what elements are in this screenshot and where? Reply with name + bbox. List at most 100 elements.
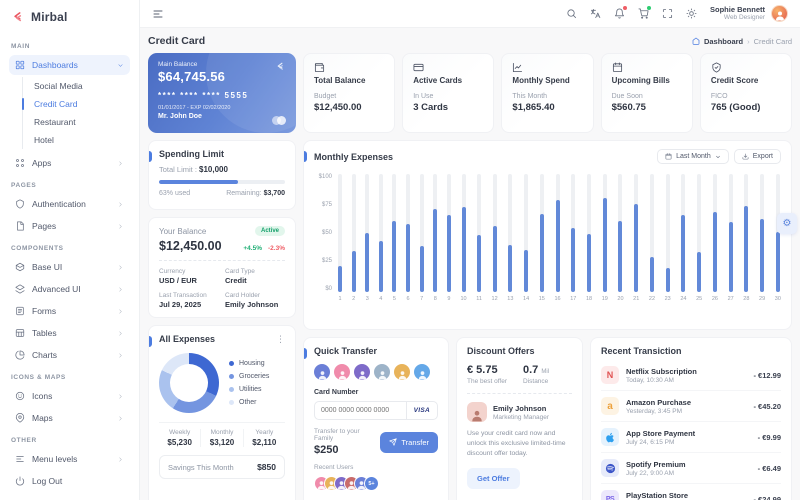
sidebar-subitem-hotel[interactable]: Hotel <box>32 131 130 149</box>
gear-icon: ⚙ <box>783 218 792 229</box>
transaction-row-playstation-store[interactable]: PS PlayStation Store July 20, 4:20 PM - … <box>601 484 781 500</box>
sidebar-caption-icons-maps: Icons & Maps <box>11 374 128 381</box>
transaction-row-app-store-payment[interactable]: App Store Payment July 24, 6:15 PM - €9.… <box>601 422 781 453</box>
sidebar-item-apps[interactable]: Apps <box>9 153 130 173</box>
legend-utilities: Utilities <box>229 386 269 393</box>
bar-value <box>650 257 654 292</box>
bar-track <box>634 174 638 292</box>
bar-track <box>713 174 717 292</box>
sidebar-caption-other: Other <box>11 437 128 444</box>
app-logo[interactable]: Mirbal <box>9 8 130 34</box>
savings-value: $850 <box>257 462 276 472</box>
get-offer-button[interactable]: Get Offer <box>467 468 520 489</box>
mastercard-circles-icon <box>272 116 286 125</box>
sidebar-subitem-credit-card[interactable]: Credit Card <box>32 95 130 113</box>
transaction-row-spotify-premium[interactable]: Spotify Premium July 22, 9:00 AM - €6.49 <box>601 453 781 484</box>
status-badge: Active <box>255 226 285 236</box>
transaction-row-netflix-subscription[interactable]: N Netflix Subscription Today, 10:30 AM -… <box>601 360 781 391</box>
sidebar-item-icons[interactable]: Icons <box>9 386 130 406</box>
shield-check-icon <box>711 62 781 73</box>
transaction-row-amazon-purchase[interactable]: a Amazon Purchase Yesterday, 3:45 PM - €… <box>601 391 781 422</box>
theme-sun-icon[interactable] <box>686 8 697 19</box>
stat-label: FICO <box>711 93 781 100</box>
stat-label: Budget <box>314 93 384 100</box>
breadcrumb-dashboard[interactable]: Dashboard <box>704 37 743 46</box>
translate-icon[interactable] <box>590 8 601 19</box>
x-tick: 1 <box>338 296 341 302</box>
bar-track <box>603 174 607 292</box>
transfer-contact-avatar[interactable] <box>334 364 350 380</box>
sidebar-item-dashboards[interactable]: Dashboards <box>9 55 130 75</box>
monthly-expenses-title: Monthly Expenses <box>314 152 393 162</box>
transfer-button[interactable]: Transfer <box>380 432 438 453</box>
legend-dot <box>229 361 234 366</box>
hamburger-icon[interactable] <box>152 8 164 20</box>
period-filter-dropdown[interactable]: Last Month <box>657 149 729 164</box>
bar-day-18: 18 <box>586 174 592 302</box>
notification-icon[interactable] <box>614 8 625 19</box>
card-number-input[interactable] <box>315 402 406 419</box>
bar-track <box>681 174 685 292</box>
transaction-name: PlayStation Store <box>626 491 746 500</box>
transfer-contact-avatar[interactable] <box>394 364 410 380</box>
your-balance-label: Your Balance <box>159 227 206 236</box>
transfer-contact-avatar[interactable] <box>314 364 330 380</box>
sidebar-item-authentication[interactable]: Authentication <box>9 194 130 214</box>
user-menu[interactable]: Sophie Bennett Web Designer <box>710 5 788 23</box>
stat-title: Active Cards <box>413 76 483 85</box>
savings-box: Savings This Month $850 <box>159 455 285 479</box>
export-button[interactable]: Export <box>734 149 781 164</box>
transaction-name: Netflix Subscription <box>626 367 746 376</box>
kebab-menu-icon[interactable]: ⋮ <box>276 335 285 344</box>
fullscreen-icon[interactable] <box>662 8 673 19</box>
sidebar-item-log-out[interactable]: Log Out <box>9 471 130 491</box>
bar-track <box>365 174 369 292</box>
cart-icon[interactable] <box>638 8 649 19</box>
bar-value <box>571 228 575 292</box>
sidebar-subitem-restaurant[interactable]: Restaurant <box>32 113 130 131</box>
x-tick: 24 <box>680 296 686 302</box>
bar-day-5: 5 <box>392 174 396 302</box>
y-tick: $75 <box>322 202 332 208</box>
bar-value <box>729 222 733 292</box>
transaction-name: Amazon Purchase <box>626 398 746 407</box>
transfer-contact-avatar[interactable] <box>374 364 390 380</box>
sidebar-item-maps[interactable]: Maps <box>9 408 130 428</box>
stat-title: Upcoming Bills <box>612 76 682 85</box>
transaction-amount: - €24.99 <box>753 495 781 500</box>
transaction-amount: - €12.99 <box>753 371 781 380</box>
search-icon[interactable] <box>566 8 577 19</box>
sidebar-item-base-ui[interactable]: Base UI <box>9 257 130 277</box>
sidebar-item-tables[interactable]: Tables <box>9 323 130 343</box>
sidebar-submenu-dashboards: Social MediaCredit CardRestaurantHotel <box>22 77 130 149</box>
bar-day-24: 24 <box>680 174 686 302</box>
bar-value <box>587 234 591 292</box>
main-balance-card: Main Balance $64,745.56 **** **** **** 5… <box>148 53 296 133</box>
sidebar-item-label: Icons <box>32 391 110 401</box>
change-up: +4.5% <box>243 245 262 252</box>
bar-day-4: 4 <box>379 174 383 302</box>
bar-track <box>433 174 437 292</box>
transfer-amount: $250 <box>314 444 380 456</box>
sidebar-item-charts[interactable]: Charts <box>9 345 130 365</box>
transfer-contact-avatar[interactable] <box>354 364 370 380</box>
more-users-badge[interactable]: 5+ <box>364 476 379 491</box>
expense-stat-label: Weekly <box>159 429 200 436</box>
breadcrumb-current: Credit Card <box>754 37 792 46</box>
sidebar-subitem-social-media[interactable]: Social Media <box>32 77 130 95</box>
expense-stat-label: Yearly <box>244 429 285 436</box>
sidebar-item-menu-levels[interactable]: Menu levels <box>9 449 130 469</box>
theme-customizer-button[interactable]: ⚙ <box>777 213 797 234</box>
transfer-contact-avatar[interactable] <box>414 364 430 380</box>
bar-day-25: 25 <box>696 174 702 302</box>
bar-value <box>433 209 437 292</box>
sidebar-item-forms[interactable]: Forms <box>9 301 130 321</box>
sidebar-item-label: Advanced UI <box>32 284 110 294</box>
sidebar-item-pages[interactable]: Pages <box>9 216 130 236</box>
sidebar-item-advanced-ui[interactable]: Advanced UI <box>9 279 130 299</box>
bar-day-3: 3 <box>365 174 369 302</box>
savings-label: Savings This Month <box>168 463 234 472</box>
home-icon[interactable] <box>692 37 700 45</box>
discount-offers-title: Discount Offers <box>467 346 572 356</box>
bar-track <box>508 174 512 292</box>
